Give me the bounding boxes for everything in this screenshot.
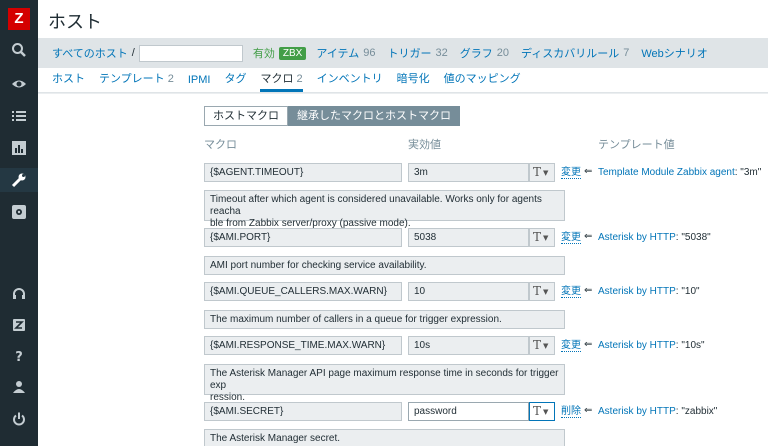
macro-value-field: 10: [408, 282, 529, 301]
column-header-effective-value: 実効値: [408, 139, 441, 151]
tab-ipmi[interactable]: IPMI: [188, 74, 211, 92]
template-value: Template Module Zabbix agent: "3m": [598, 167, 762, 178]
text-type-icon: T: [533, 165, 542, 179]
inherit-arrow-icon: ⇐: [584, 285, 593, 296]
chevron-down-icon: ▼: [543, 233, 549, 242]
discovery-rules-count: 7: [623, 47, 630, 59]
column-header-macro: マクロ: [204, 139, 237, 151]
graphs-link[interactable]: グラフ: [460, 45, 493, 61]
host-macros-button[interactable]: ホストマクロ: [204, 106, 288, 126]
monitoring-eye-icon[interactable]: [0, 72, 38, 96]
template-link[interactable]: Template Module Zabbix agent: [598, 167, 735, 178]
macro-value-field: 5038: [408, 228, 529, 247]
host-breadcrumb: すべてのホスト / 有効 ZBX アイテム 96 トリガー 32 グラフ 20 ディス…: [38, 38, 768, 68]
column-header-template-value: テンプレート値: [598, 139, 675, 151]
tab-macros[interactable]: マクロ 2: [260, 70, 303, 92]
discovery-rules-link[interactable]: ディスカバリルール: [521, 45, 619, 61]
sign-out-icon[interactable]: [0, 407, 38, 431]
macro-description: Timeout after which agent is considered …: [204, 190, 565, 229]
text-type-icon: T: [533, 404, 542, 418]
chevron-down-icon: ▼: [543, 407, 549, 416]
template-link[interactable]: Asterisk by HTTP: [598, 340, 676, 351]
inherit-arrow-icon: ⇐: [584, 166, 593, 177]
template-value: Asterisk by HTTP: "zabbix": [598, 406, 718, 417]
macro-value-field: 3m: [408, 163, 529, 182]
support-headset-icon[interactable]: [0, 282, 38, 306]
tab-templates[interactable]: テンプレート 2: [99, 70, 174, 92]
macro-description: AMI port number for checking service ava…: [204, 256, 565, 275]
host-name-field[interactable]: [138, 44, 243, 62]
chevron-down-icon: ▼: [543, 341, 549, 350]
change-link[interactable]: 変更: [561, 167, 581, 179]
macro-type-select: T ▼: [529, 282, 555, 301]
breadcrumb-separator: /: [131, 47, 135, 59]
chevron-down-icon: ▼: [543, 287, 549, 296]
template-link[interactable]: Asterisk by HTTP: [598, 286, 676, 297]
text-type-icon: T: [533, 230, 542, 244]
tab-inventory[interactable]: インベントリ: [317, 70, 383, 92]
inventory-list-icon[interactable]: [0, 104, 38, 128]
zabbix-logo[interactable]: Z: [8, 8, 30, 30]
chevron-down-icon: ▼: [543, 168, 549, 177]
macro-description: The maximum number of callers in a queue…: [204, 310, 565, 329]
tab-value-mapping[interactable]: 値のマッピング: [444, 70, 521, 92]
template-link[interactable]: Asterisk by HTTP: [598, 406, 676, 417]
macro-name-field: {$AMI.PORT}: [204, 228, 402, 247]
inherited-macros-button[interactable]: 継承したマクロとホストマクロ: [288, 106, 460, 126]
help-icon[interactable]: ?: [0, 344, 38, 368]
reports-chart-icon[interactable]: [0, 136, 38, 160]
macro-value-input[interactable]: password: [408, 402, 529, 421]
title-bar: ホスト: [38, 0, 768, 38]
administration-gear-icon[interactable]: [0, 200, 38, 224]
tab-encryption[interactable]: 暗号化: [397, 70, 430, 92]
user-profile-icon[interactable]: [0, 375, 38, 399]
macro-value-field: 10s: [408, 336, 529, 355]
macro-view-toggle: ホストマクロ 継承したマクロとホストマクロ: [204, 106, 460, 126]
tab-host[interactable]: ホスト: [52, 70, 85, 92]
text-type-icon: T: [533, 284, 542, 298]
items-link[interactable]: アイテム: [316, 45, 359, 61]
all-hosts-link[interactable]: すべてのホスト: [52, 45, 128, 61]
macro-type-select: T ▼: [529, 336, 555, 355]
search-icon[interactable]: [0, 38, 38, 62]
template-value: Asterisk by HTTP: "5038": [598, 232, 711, 243]
macro-name-field: {$AMI.SECRET}: [204, 402, 402, 421]
macro-type-select: T ▼: [529, 163, 555, 182]
web-scenarios-link[interactable]: Webシナリオ: [641, 45, 707, 61]
svg-text:?: ?: [15, 350, 23, 364]
zbx-availability-badge: ZBX: [278, 46, 307, 60]
macro-type-select: T ▼: [529, 228, 555, 247]
triggers-link[interactable]: トリガー: [387, 45, 431, 61]
macro-name-field: {$AGENT.TIMEOUT}: [204, 163, 402, 182]
change-link[interactable]: 変更: [561, 286, 581, 298]
items-count: 96: [363, 47, 376, 59]
remove-link[interactable]: 削除: [561, 406, 581, 418]
inherit-arrow-icon: ⇐: [584, 405, 593, 416]
template-link[interactable]: Asterisk by HTTP: [598, 232, 676, 243]
configuration-wrench-icon[interactable]: [0, 168, 38, 192]
macro-name-field: {$AMI.QUEUE_CALLERS.MAX.WARN}: [204, 282, 402, 301]
graphs-count: 20: [496, 47, 509, 59]
inherit-arrow-icon: ⇐: [584, 231, 593, 242]
text-type-icon: T: [533, 338, 542, 352]
sidebar: Z ?: [0, 0, 38, 446]
macro-name-field: {$AMI.RESPONSE_TIME.MAX.WARN}: [204, 336, 402, 355]
template-value: Asterisk by HTTP: "10s": [598, 340, 705, 351]
tab-tags[interactable]: タグ: [224, 70, 246, 92]
macros-panel: ホストマクロ 継承したマクロとホストマクロ マクロ 実効値 テンプレート値 {$…: [38, 94, 768, 446]
macro-description: The Asterisk Manager API page maximum re…: [204, 364, 565, 403]
host-form-tabs: ホスト テンプレート 2 IPMI タグ マクロ 2 インベントリ 暗号化 値の…: [38, 68, 768, 93]
triggers-count: 32: [435, 47, 448, 59]
page-title: ホスト: [48, 12, 102, 32]
inherit-arrow-icon: ⇐: [584, 339, 593, 350]
macro-type-select[interactable]: T ▼: [529, 402, 555, 421]
change-link[interactable]: 変更: [561, 340, 581, 352]
template-value: Asterisk by HTTP: "10": [598, 286, 700, 297]
share-z-icon[interactable]: [0, 313, 38, 337]
change-link[interactable]: 変更: [561, 232, 581, 244]
macro-description-field[interactable]: The Asterisk Manager secret.: [204, 429, 565, 446]
host-status-enabled[interactable]: 有効: [253, 45, 275, 61]
